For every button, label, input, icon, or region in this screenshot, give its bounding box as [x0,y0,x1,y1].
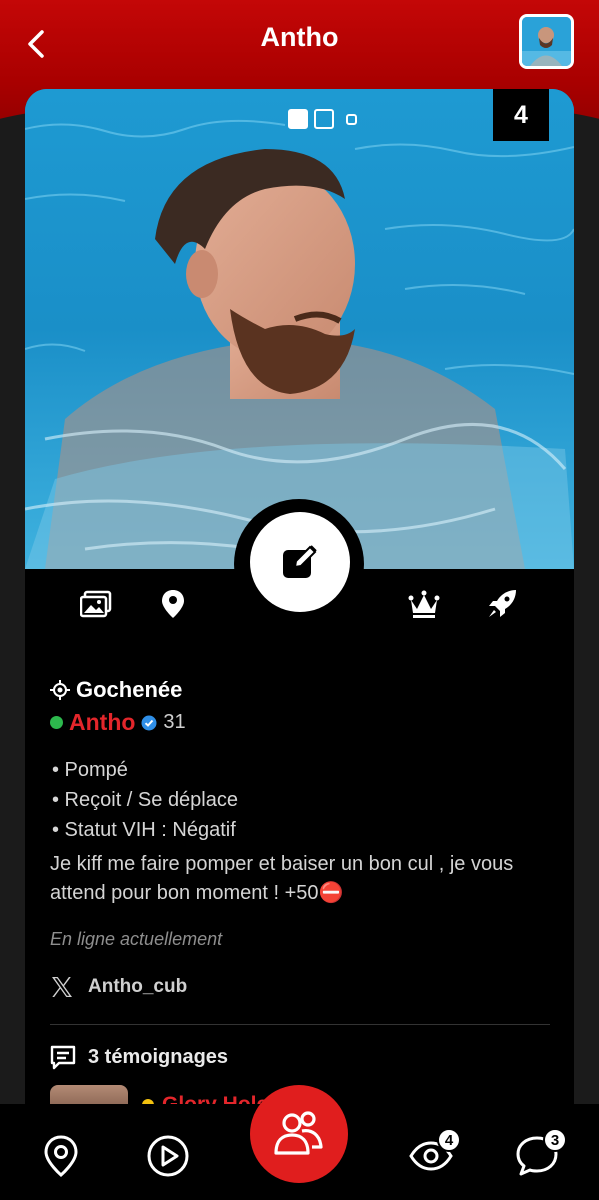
edit-profile-button[interactable] [250,512,350,612]
photos-button[interactable] [78,586,114,622]
pagination-dot[interactable] [288,109,308,129]
crosshair-icon [50,680,70,700]
nav-visits[interactable]: 4 [409,1128,461,1178]
testimonials-header[interactable]: 3 témoignages [50,1044,228,1070]
profile-photo[interactable]: 4 [25,89,574,569]
profile-card: 4 Gochenée Antho 31 • Pompé • Reçoit / S… [25,89,574,1189]
profile-bio: Je kiff me faire pomper et baiser un bon… [50,853,514,904]
premium-button[interactable] [406,586,442,622]
map-pin-icon [44,1135,78,1177]
x-logo-icon [52,977,72,997]
users-icon [274,1111,323,1155]
profile-age: 31 [163,711,186,733]
nav-community-button[interactable] [250,1085,348,1183]
tag-item: • Statut VIH : Négatif [52,819,236,841]
profile-tags: • Pompé • Reçoit / Se déplace • Statut V… [52,755,238,845]
messages-badge: 3 [543,1128,567,1152]
pagination-dot[interactable] [314,109,334,129]
testimonials-label: 3 témoignages [88,1045,229,1068]
profile-screen: Antho 4 Gochenée Antho 31 • Pompé • Reço… [0,0,599,1200]
nav-map[interactable] [39,1134,83,1178]
name-row: Antho 31 [50,709,186,736]
profile-avatar[interactable] [519,14,574,69]
location-button[interactable] [155,586,191,622]
pagination-dot[interactable] [346,113,357,125]
rocket-icon [489,590,516,617]
edit-icon [283,545,317,578]
location-label: Gochenée [76,677,183,702]
nav-videos[interactable] [146,1134,190,1178]
nav-messages[interactable]: 3 [515,1128,567,1178]
comment-icon [50,1045,76,1070]
x-handle: Antho_cub [88,976,188,997]
tag-item: • Pompé [52,759,128,781]
location-pin-icon [162,590,184,618]
photo-count-badge: 4 [493,89,549,141]
online-indicator [50,716,63,729]
profile-name: Antho [69,709,136,735]
tag-item: • Reçoit / Se déplace [52,789,238,811]
gallery-pagination [288,109,357,129]
verified-icon [141,715,157,730]
page-title: Antho [260,22,339,52]
photos-icon [80,590,112,618]
crown-icon [408,590,440,618]
location-row: Gochenée [50,677,182,703]
boost-button[interactable] [484,586,520,622]
visits-badge: 4 [437,1128,461,1152]
x-account-link[interactable]: Antho_cub [50,975,187,999]
divider [50,1024,550,1025]
play-circle-icon [147,1135,189,1177]
swimming-photo [25,89,574,569]
online-status: En ligne actuellement [50,929,223,949]
